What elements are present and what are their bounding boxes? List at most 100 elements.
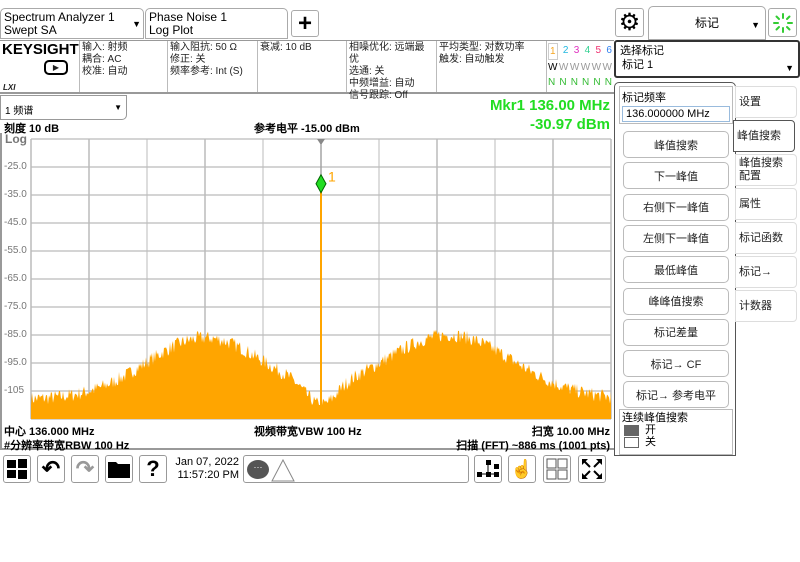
y-tick-label: -95.0	[4, 357, 27, 368]
menu-tab[interactable]: 标记→	[735, 256, 797, 288]
info-text: 中频增益: 自动	[349, 78, 415, 89]
mode-menu-label: 标记	[694, 15, 719, 30]
plot-footer: 中心 136.000 MHz 视频带宽VBW 100 Hz 扫宽 10.00 M…	[0, 420, 614, 453]
tab-spectrum-analyzer[interactable]: Spectrum Analyzer 1 Swept SA ▼	[0, 8, 144, 39]
brand-text: KEYSIGHT	[2, 41, 79, 58]
dropdown-arrow-icon: ▼	[132, 19, 141, 29]
redo-icon: ↷	[75, 456, 95, 481]
grid-icon	[546, 458, 568, 480]
settings-button[interactable]: ⚙	[615, 8, 644, 37]
info-text: 触发: 自动触发	[439, 54, 505, 65]
softkey-button[interactable]: 最低峰值	[623, 256, 729, 284]
sweep-label[interactable]: 扫描 (FFT) ~886 ms (1001 pts)	[456, 437, 610, 453]
tab-phase-noise[interactable]: Phase Noise 1 Log Plot	[145, 8, 288, 39]
trace-numbers-5[interactable]: 5	[596, 43, 602, 60]
help-button[interactable]: ?	[139, 455, 167, 483]
spectrum-plot[interactable]: 1	[0, 130, 614, 426]
softkey-button[interactable]: 下一峰值	[623, 162, 729, 190]
trace-dets-4[interactable]: N	[582, 75, 589, 90]
softkey-button[interactable]: 左侧下一峰值	[623, 224, 729, 252]
menu-tab[interactable]: 标记函数	[735, 222, 797, 254]
info-text: 输入阻抗: 50 Ω	[170, 42, 237, 53]
multi-window-button[interactable]	[543, 455, 571, 483]
trace-types-4[interactable]: W	[581, 60, 590, 75]
menu-tab[interactable]: 计数器	[735, 290, 797, 322]
softkey-button[interactable]: 标记差量	[623, 318, 729, 346]
y-tick-label: -55.0	[4, 245, 27, 256]
undo-icon: ↶	[41, 456, 61, 481]
trace-types-6[interactable]: W	[603, 60, 612, 75]
y-tick-label: -45.0	[4, 217, 27, 228]
on-indicator	[624, 424, 639, 436]
info-text: 频率参考: Int (S)	[170, 66, 243, 77]
info-text: 选通: 关	[349, 66, 385, 77]
continuous-peak-toggle[interactable]: 连续峰值搜索 开 关	[619, 409, 733, 455]
touch-button[interactable]: ☝	[508, 455, 536, 483]
trace-numbers-6[interactable]: 6	[606, 43, 612, 60]
display-toggle-icon[interactable]: ▶	[44, 60, 68, 75]
softkey-button[interactable]: 标记→ CF	[623, 350, 729, 378]
rbw-label[interactable]: #分辨率带宽RBW 100 Hz	[4, 437, 129, 453]
on-label: 开	[645, 424, 656, 436]
window-select-dropdown[interactable]: 1 频谱 ▼	[0, 95, 127, 120]
redo-button[interactable]: ↷	[71, 455, 99, 483]
menu-tab[interactable]: 设置	[735, 86, 797, 118]
marker-frequency-input[interactable]: 136.000000 MHz	[622, 106, 730, 122]
trace-numbers-4[interactable]: 4	[585, 43, 591, 60]
keysight-logo: KEYSIGHT ▶ LXI	[0, 41, 80, 92]
dropdown-arrow-icon: ▼	[751, 20, 760, 30]
datetime: Jan 07, 2022 11:57:20 PM	[174, 456, 239, 482]
continuous-peak-label: 连续峰值搜索	[622, 412, 688, 424]
file-button[interactable]	[105, 455, 133, 483]
trace-types-5[interactable]: W	[592, 60, 601, 75]
info-average: 平均类型: 对数功率 触发: 自动触发	[437, 41, 547, 92]
trace-numbers-2[interactable]: 2	[563, 43, 569, 60]
layout-button[interactable]	[474, 455, 502, 483]
help-icon: ?	[146, 456, 160, 481]
menu-tab[interactable]: 峰值搜索	[733, 120, 795, 152]
softkey-button[interactable]: 标记→ 参考电平	[623, 381, 729, 409]
softkey-button[interactable]: 峰峰值搜索	[623, 287, 729, 315]
spinner-icon	[772, 12, 793, 33]
message-bar[interactable]: ···	[243, 455, 469, 483]
trace-dets-6[interactable]: N	[605, 75, 612, 90]
trace-dets-1[interactable]: N	[548, 75, 555, 90]
select-marker-dropdown[interactable]: 选择标记 标记 1 ▼	[614, 40, 800, 78]
trace-dets-5[interactable]: N	[593, 75, 600, 90]
add-tab-button[interactable]: +	[291, 10, 319, 37]
gear-icon: ⚙	[618, 9, 641, 36]
info-text: 平均类型: 对数功率	[439, 42, 525, 53]
warning-icon	[271, 458, 295, 482]
trace-dets-2[interactable]: N	[559, 75, 566, 90]
menu-tab[interactable]: 属性	[735, 188, 797, 220]
tab-subtitle: Log Plot	[149, 23, 194, 37]
off-label: 关	[645, 436, 656, 448]
y-tick-label: -75.0	[4, 301, 27, 312]
softkey-button[interactable]: 峰值搜索	[623, 131, 729, 158]
window-select-value: 1 频谱	[5, 106, 34, 117]
mode-menu-dropdown[interactable]: 标记 ▼	[648, 6, 766, 40]
marker-frequency-field[interactable]: 标记频率 136.000000 MHz	[619, 86, 733, 124]
lxi-logo: LXI	[3, 83, 16, 92]
undo-button[interactable]: ↶	[37, 455, 65, 483]
trace-types-1[interactable]: W	[548, 60, 557, 75]
softkey-button[interactable]: 右侧下一峰值	[623, 193, 729, 221]
busy-indicator-button[interactable]	[768, 8, 797, 37]
trace-numbers-1[interactable]: 1	[548, 43, 558, 60]
dropdown-arrow-icon: ▼	[785, 63, 794, 73]
select-marker-label: 选择标记	[620, 45, 664, 57]
windows-button[interactable]	[3, 455, 31, 483]
windows-icon	[7, 459, 27, 479]
trace-dets-3[interactable]: N	[571, 75, 578, 90]
menu-tab[interactable]: 峰值搜索配置	[735, 154, 797, 186]
trace-numbers-3[interactable]: 3	[574, 43, 580, 60]
y-tick-label: -85.0	[4, 329, 27, 340]
vbw-label[interactable]: 视频带宽VBW 100 Hz	[254, 423, 362, 439]
maximize-button[interactable]	[578, 455, 606, 483]
message-icon: ···	[247, 460, 269, 479]
trace-indicator[interactable]: 123456WWWWWWNNNNNN	[547, 41, 613, 92]
trace-types-3[interactable]: W	[570, 60, 579, 75]
info-text: 信号跟踪: Off	[349, 90, 408, 101]
trace-types-2[interactable]: W	[559, 60, 568, 75]
info-phase-noise: 相噪优化: 远端最优 选通: 关中频增益: 自动 信号跟踪: Off	[347, 41, 437, 101]
